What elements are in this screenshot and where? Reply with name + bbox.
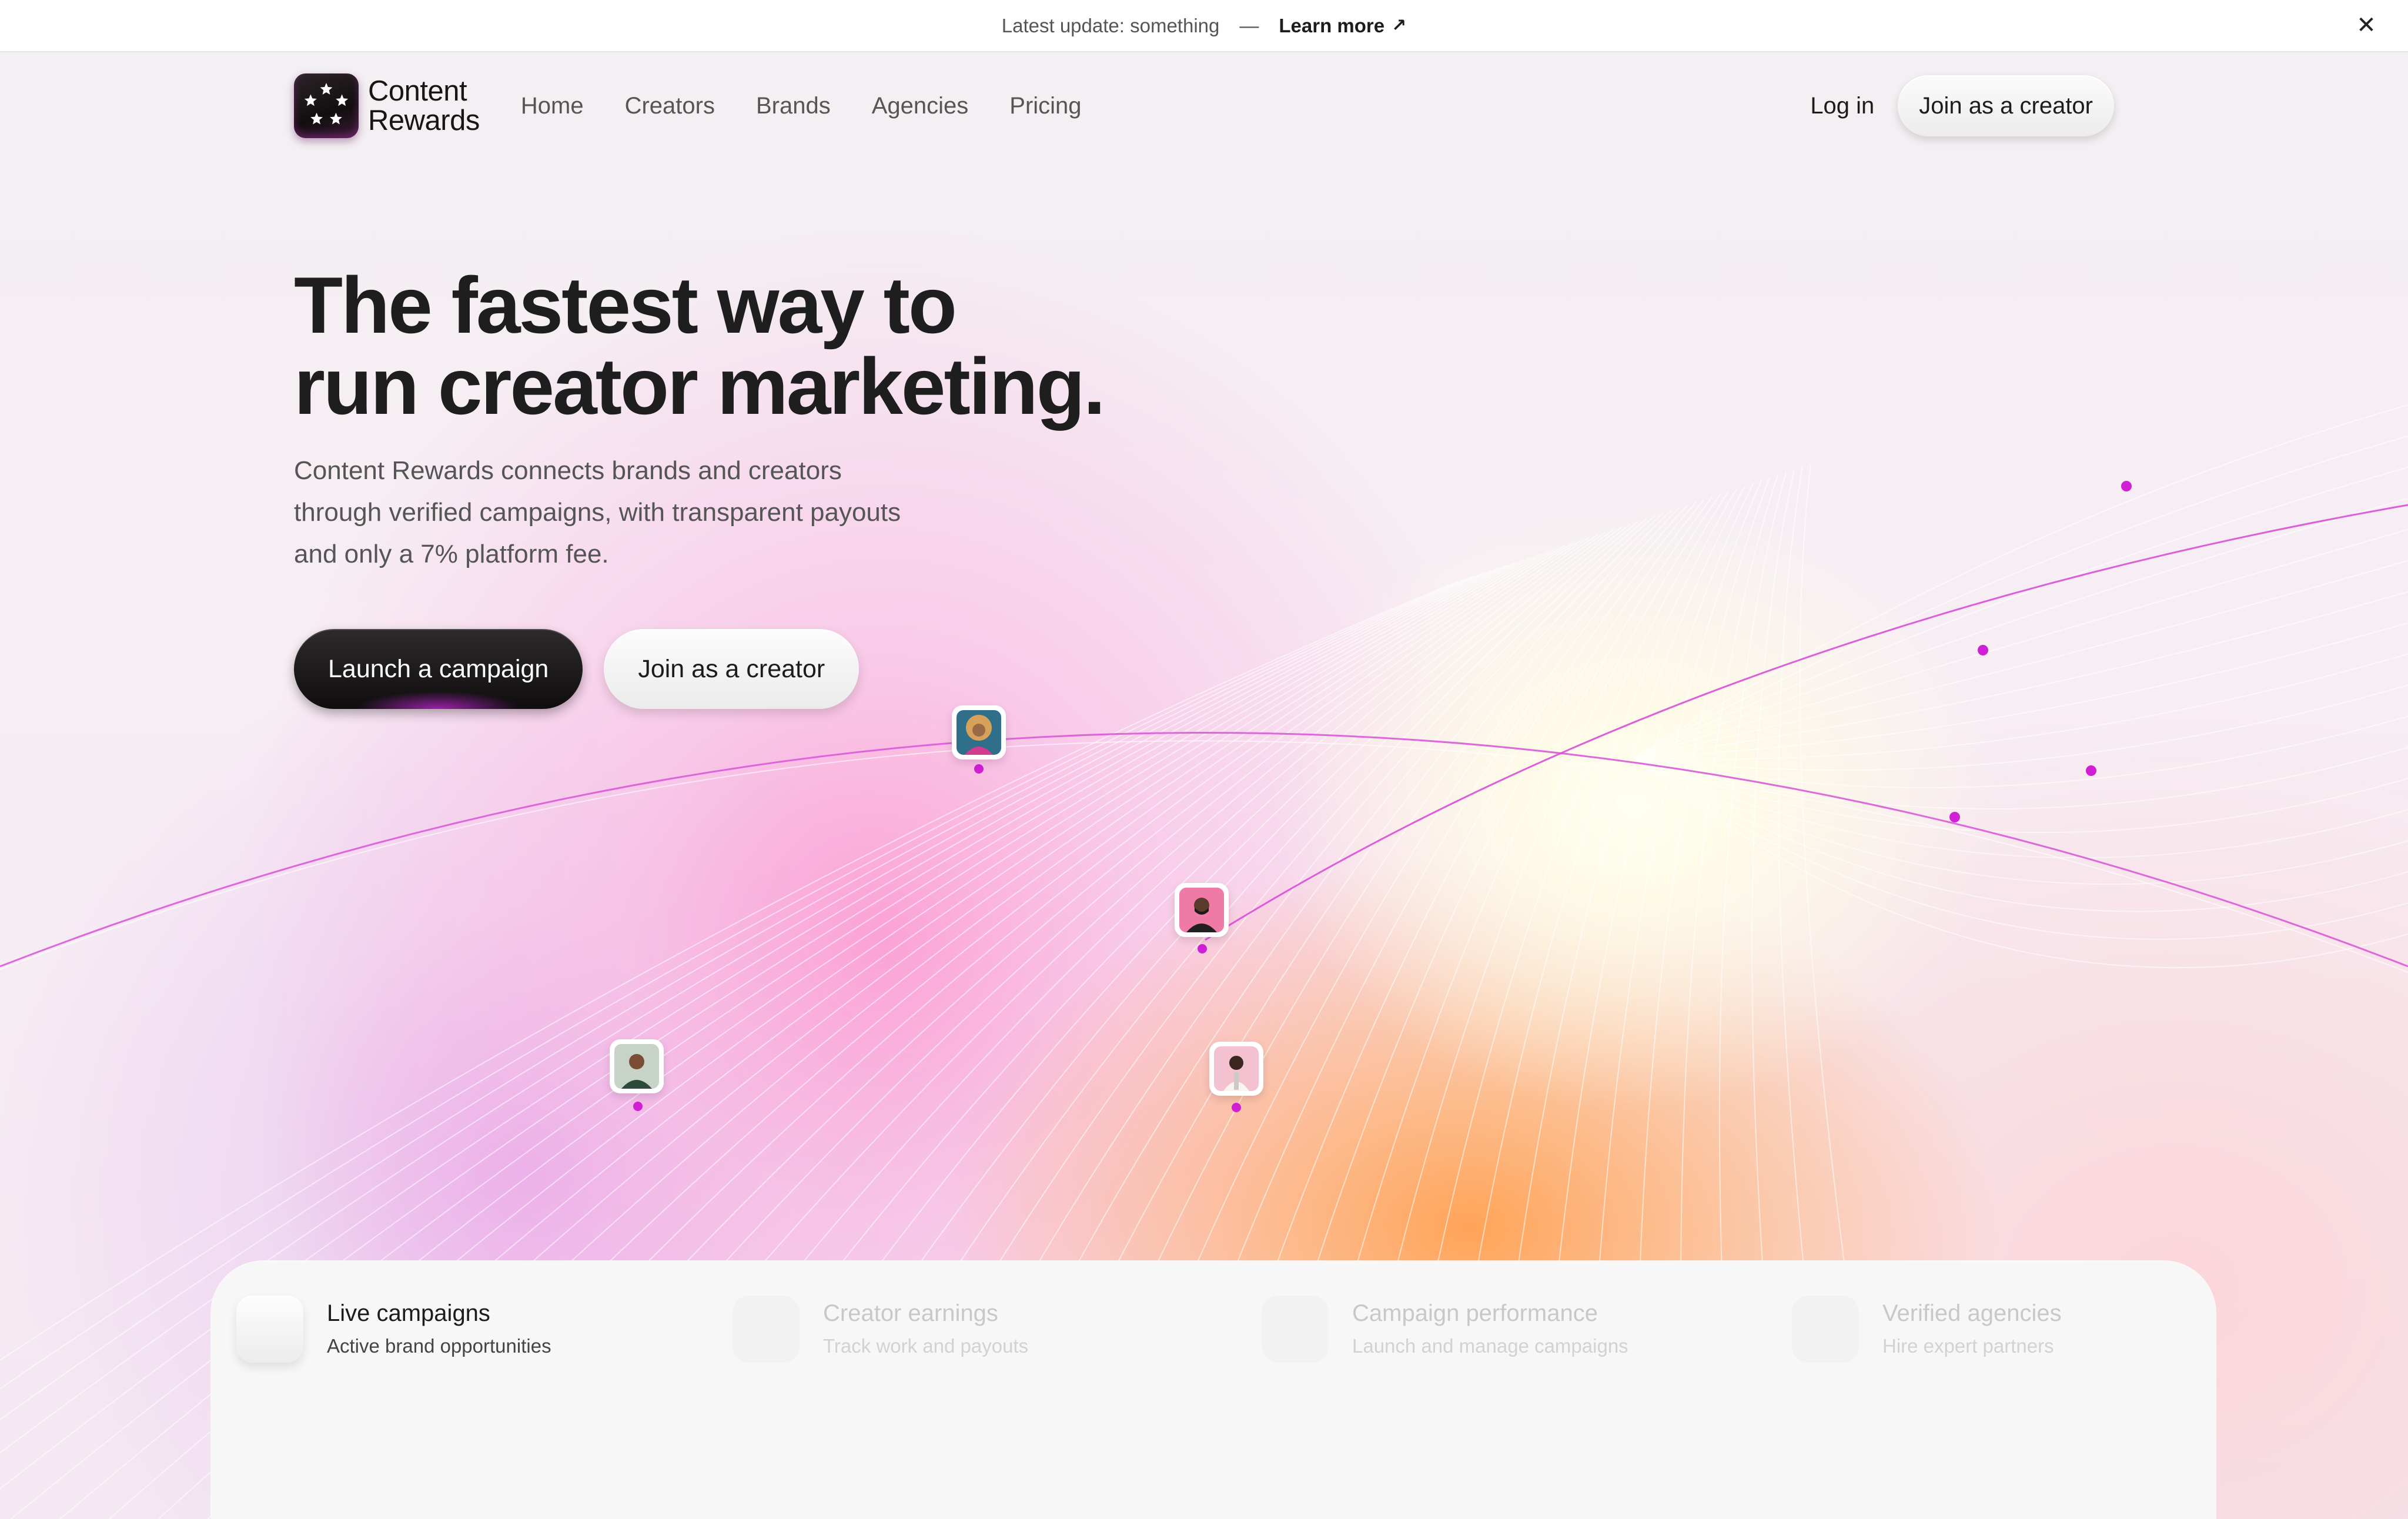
nav-item-home[interactable]: Home (521, 93, 584, 119)
creator-avatar (1175, 883, 1229, 937)
tab-title: Campaign performance (1352, 1300, 1598, 1326)
meridian-line (1634, 757, 2408, 859)
meridian-line (1634, 435, 2408, 758)
close-icon[interactable]: ✕ (2352, 11, 2381, 40)
learn-more-link[interactable]: Learn more ↗ (1279, 15, 1406, 37)
meridian-line (1634, 591, 2408, 758)
creator-photo (614, 1044, 659, 1089)
nav-item-agencies[interactable]: Agencies (872, 93, 969, 119)
creator-photo (956, 710, 1001, 755)
brand-name-line2: Rewards (368, 105, 480, 136)
creator-avatar (1209, 1042, 1263, 1096)
creator-avatar (952, 705, 1006, 760)
nav-item-brands[interactable]: Brands (756, 93, 831, 119)
hero-cta-row: Launch a campaign Join as a creator (294, 629, 859, 709)
meridian-line (1634, 560, 2408, 758)
launch-campaign-button[interactable]: Launch a campaign (294, 629, 583, 709)
logo-star (304, 94, 317, 106)
creator-photo (1214, 1046, 1259, 1091)
announcement-bar: Latest update: something — Learn more ↗ … (0, 0, 2408, 52)
hero-headline: The fastest way to run creator marketing… (294, 265, 1235, 427)
announcement-text: Latest update: something (1001, 14, 1220, 36)
hero-headline-line1: The fastest way to (294, 260, 957, 350)
tab-verified-agencies[interactable]: Verified agencies Hire expert partners (1792, 1296, 2062, 1363)
nav-item-creators[interactable]: Creators (625, 93, 715, 119)
logo-star (320, 83, 333, 95)
brand-name-line1: Content (368, 75, 467, 107)
campaign-performance-icon (1262, 1296, 1329, 1363)
tab-subtitle: Active brand opportunities (327, 1335, 551, 1357)
hero-headline-line2: run creator marketing. (294, 342, 1106, 431)
tab-title: Verified agencies (1882, 1300, 2062, 1326)
learn-more-label: Learn more (1279, 14, 1385, 36)
logo-icon[interactable] (294, 73, 359, 138)
nav-actions: Log in Join as a creator (1810, 75, 2114, 136)
tab-subtitle: Hire expert partners (1882, 1335, 2054, 1357)
stars-ring-icon (304, 83, 349, 125)
announcement-separator: — (1239, 14, 1259, 36)
creator-avatar (610, 1039, 664, 1093)
tab-title: Live campaigns (327, 1300, 490, 1326)
nav-links: Home Creators Brands Agencies Pricing (521, 93, 1123, 119)
hero-subtext: Content Rewards connects brands and crea… (294, 456, 901, 568)
live-campaigns-icon (236, 1296, 303, 1363)
join-creator-nav-button[interactable]: Join as a creator (1898, 75, 2114, 136)
tab-campaign-performance[interactable]: Campaign performance Launch and manage c… (1262, 1296, 1628, 1363)
meridian-line (1634, 747, 2408, 809)
logo-star (330, 112, 342, 125)
brand-name[interactable]: Content Rewards (368, 76, 480, 135)
meridian-line (1634, 653, 2408, 760)
tab-live-campaigns[interactable]: Live campaigns Active brand opportunitie… (236, 1296, 551, 1363)
tab-creator-earnings[interactable]: Creator earnings Track work and payouts (733, 1296, 1028, 1363)
meridian-line (1634, 757, 2408, 834)
meridian-line (1634, 497, 2408, 758)
verified-agencies-icon (1792, 1296, 1859, 1363)
join-creator-button[interactable]: Join as a creator (604, 629, 859, 709)
creator-photo (1179, 888, 1224, 932)
top-nav: Content Rewards Home Creators Brands Age… (294, 73, 2114, 138)
login-link[interactable]: Log in (1810, 93, 1874, 119)
nav-item-pricing[interactable]: Pricing (1009, 93, 1081, 119)
meridian-line (1634, 684, 2408, 771)
arrow-up-right-icon: ↗ (1392, 16, 1407, 35)
tab-title: Creator earnings (823, 1300, 998, 1326)
logo-star (310, 112, 323, 125)
tab-subtitle: Track work and payouts (823, 1335, 1029, 1357)
tab-subtitle: Launch and manage campaigns (1352, 1335, 1628, 1357)
creator-earnings-icon (733, 1296, 800, 1363)
feature-panel: Live campaigns Active brand opportunitie… (210, 1262, 2216, 1519)
logo-star (336, 94, 349, 106)
